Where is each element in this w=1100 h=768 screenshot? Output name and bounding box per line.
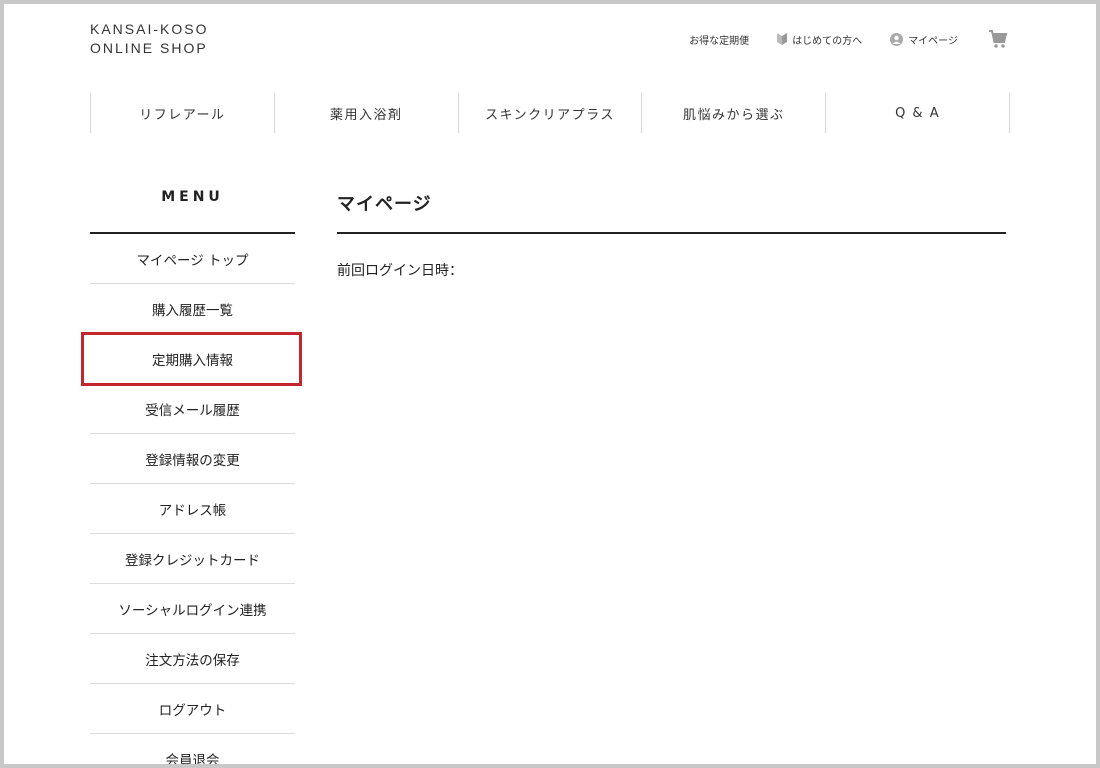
page-title: マイページ bbox=[337, 194, 432, 215]
last-login-label: 前回ログイン日時： bbox=[337, 263, 463, 279]
sidebar-item-logout[interactable]: ログアウト bbox=[90, 684, 295, 734]
sidebar-item-social-login[interactable]: ソーシャルログイン連携 bbox=[90, 584, 295, 634]
sidebar-item-mail-history[interactable]: 受信メール履歴 bbox=[90, 384, 295, 434]
gnav-qa[interactable]: Q & A bbox=[826, 93, 1010, 133]
user-icon bbox=[890, 32, 904, 46]
sidebar-menu: マイページ トップ 購入履歴一覧 定期購入情報 受信メール履歴 登録情報の変更 … bbox=[90, 234, 295, 768]
global-nav: リフレアール 薬用入浴剤 スキンクリアプラス 肌悩みから選ぶ Q & A bbox=[90, 93, 1010, 133]
subscription-link[interactable]: お得な定期便 bbox=[689, 32, 749, 47]
sidebar-item-withdraw[interactable]: 会員退会 bbox=[90, 734, 295, 768]
cart-button[interactable] bbox=[988, 29, 1008, 49]
sidebar-item-mypage-top[interactable]: マイページ トップ bbox=[90, 234, 295, 284]
gnav-skin-clear-plus[interactable]: スキンクリアプラス bbox=[459, 93, 643, 133]
sidebar-item-purchase-history[interactable]: 購入履歴一覧 bbox=[90, 284, 295, 334]
sidebar-item-saved-order-method[interactable]: 注文方法の保存 bbox=[90, 634, 295, 684]
utility-nav: お得な定期便 はじめての方へ マイページ bbox=[661, 30, 1008, 48]
title-divider bbox=[337, 232, 1006, 234]
mypage-label: マイページ bbox=[908, 35, 958, 47]
gnav-skin-concerns[interactable]: 肌悩みから選ぶ bbox=[642, 93, 827, 133]
cart-icon bbox=[989, 30, 1008, 48]
first-time-label: はじめての方へ bbox=[792, 35, 863, 47]
beginner-mark-icon bbox=[777, 33, 788, 45]
first-time-link[interactable]: はじめての方へ bbox=[777, 32, 862, 47]
sidebar-title: MENU bbox=[161, 189, 224, 205]
logo-line-2: ONLINE SHOP bbox=[90, 40, 208, 56]
site-logo[interactable]: KANSAI-KOSO ONLINE SHOP bbox=[90, 20, 208, 58]
gnav-bath-additive[interactable]: 薬用入浴剤 bbox=[275, 93, 459, 133]
sidebar-item-edit-profile[interactable]: 登録情報の変更 bbox=[90, 434, 295, 484]
subscription-label: お得な定期便 bbox=[689, 35, 750, 47]
highlight-box bbox=[81, 332, 302, 386]
sidebar-item-credit-cards[interactable]: 登録クレジットカード bbox=[90, 534, 295, 584]
mypage-link[interactable]: マイページ bbox=[890, 32, 958, 47]
sidebar-item-address-book[interactable]: アドレス帳 bbox=[90, 484, 295, 534]
logo-line-1: KANSAI-KOSO bbox=[90, 21, 209, 37]
gnav-refreal[interactable]: リフレアール bbox=[91, 93, 275, 133]
